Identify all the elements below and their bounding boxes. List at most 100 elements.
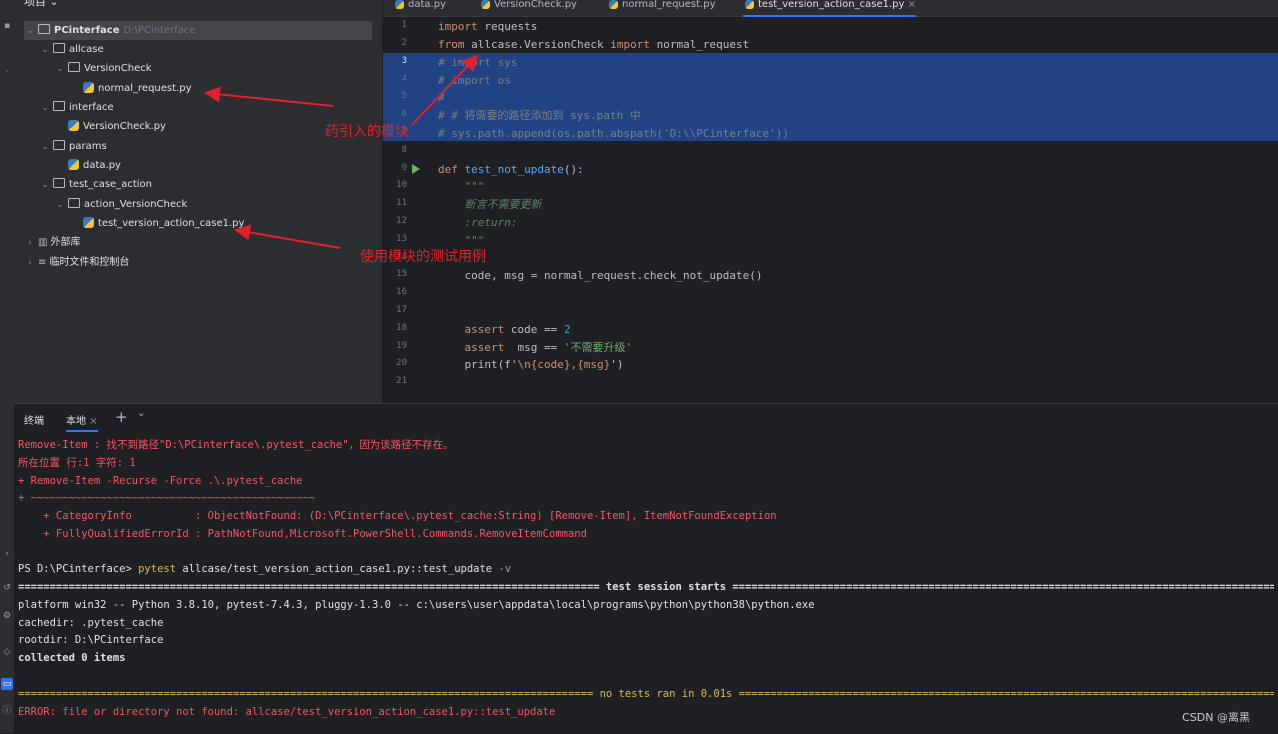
code-text: \n{code},{msg} bbox=[517, 358, 611, 371]
line-number: 20 bbox=[396, 358, 407, 368]
tree-item-label: normal_request.py bbox=[98, 83, 192, 94]
tree-item-params[interactable]: ⌄ params bbox=[39, 137, 107, 156]
services-tool-icon[interactable]: ⚙ bbox=[1, 610, 13, 622]
code-line: print(f'\n{code},{msg}') bbox=[438, 356, 623, 374]
tree-item-action-versioncheck[interactable]: ⌄ action_VersionCheck bbox=[54, 195, 187, 214]
code-line: """ bbox=[438, 180, 485, 193]
scratches-icon: ≡ bbox=[38, 257, 47, 268]
project-tool-icon[interactable]: ▪ bbox=[1, 20, 13, 32]
annotation-testcase: 使用模块的测试用例 bbox=[360, 249, 486, 265]
annotation-module: 药引入的模块 bbox=[325, 124, 409, 140]
tree-item-label: 外部库 bbox=[50, 237, 81, 248]
terminal-line: collected 0 items bbox=[18, 652, 126, 664]
tree-item-versioncheck-folder[interactable]: ⌄ VersionCheck bbox=[54, 59, 152, 78]
terminal-line: + ~~~~~~~~~~~~~~~~~~~~~~~~~~~~~~~~~~~~~~… bbox=[18, 492, 316, 504]
terminal-line: + Remove-Item -Recurse -Force .\.pytest_… bbox=[18, 475, 303, 487]
python-file-icon bbox=[745, 0, 754, 9]
tree-item-normal-request[interactable]: normal_request.py bbox=[81, 79, 192, 98]
tab-data-py[interactable]: data.py bbox=[393, 0, 446, 15]
line-number: 4 bbox=[401, 74, 407, 84]
tree-item-data-py[interactable]: data.py bbox=[66, 156, 121, 175]
terminal-command-flag: -v bbox=[498, 563, 512, 575]
keyword: import bbox=[438, 20, 478, 33]
code-text: ') bbox=[610, 358, 624, 371]
chevron-down-icon[interactable]: ⌄ bbox=[39, 41, 51, 60]
code-editor[interactable]: data.py VersionCheck.py normal_request.p… bbox=[383, 0, 1278, 403]
tab-label: VersionCheck.py bbox=[494, 0, 577, 10]
python-file-icon bbox=[83, 82, 94, 93]
run-tool-icon[interactable]: › bbox=[1, 548, 13, 560]
folder-icon bbox=[53, 178, 65, 188]
chevron-right-icon[interactable]: › bbox=[24, 254, 36, 273]
project-panel-header[interactable]: 项目 ⌄ bbox=[24, 0, 59, 9]
keyword: assert bbox=[438, 323, 505, 336]
python-file-icon bbox=[481, 0, 490, 9]
chevron-down-icon[interactable]: ⌄ bbox=[39, 176, 51, 195]
python-file-icon bbox=[68, 159, 79, 170]
folder-icon bbox=[68, 198, 80, 208]
function-name: test_not_update bbox=[464, 163, 564, 176]
chevron-down-icon[interactable]: ⌄ bbox=[24, 22, 36, 41]
library-icon: ▥ bbox=[38, 237, 48, 248]
code-line: import requests bbox=[438, 18, 537, 36]
chevron-right-icon[interactable]: › bbox=[24, 234, 36, 253]
tree-item-allcase[interactable]: ⌄ allcase bbox=[39, 40, 104, 59]
tree-item-label: test_version_action_case1.py bbox=[98, 218, 245, 229]
tree-item-interface[interactable]: ⌄ interface bbox=[39, 98, 114, 117]
tree-item-root[interactable]: ⌄ PCinterface D:\PCinterface bbox=[24, 21, 372, 40]
tree-item-test-case-action[interactable]: ⌄ test_case_action bbox=[39, 175, 152, 194]
code-text: normal_request bbox=[649, 38, 750, 51]
terminal-line: ========================================… bbox=[18, 581, 1274, 593]
run-test-icon[interactable] bbox=[412, 164, 420, 174]
terminal-tool-icon[interactable]: ▭ bbox=[1, 678, 13, 690]
tree-item-label: VersionCheck.py bbox=[83, 121, 166, 132]
keyword: from bbox=[438, 38, 465, 51]
chevron-down-icon[interactable]: ⌄ bbox=[137, 408, 145, 419]
tree-item-test-version-action-case1[interactable]: test_version_action_case1.py bbox=[81, 214, 244, 233]
terminal-line: + CategoryInfo : ObjectNotFound: (D:\PCi… bbox=[18, 510, 777, 522]
folder-icon bbox=[53, 43, 65, 53]
tree-item-versioncheck-py[interactable]: VersionCheck.py bbox=[66, 117, 166, 136]
code-text: code == bbox=[504, 323, 564, 336]
folder-icon bbox=[68, 62, 80, 72]
chevron-down-icon[interactable]: ⌄ bbox=[50, 0, 59, 8]
chevron-down-icon[interactable]: ⌄ bbox=[39, 99, 51, 118]
line-number: 15 bbox=[396, 269, 407, 279]
terminal-panel-title: 终端 bbox=[24, 416, 44, 427]
chevron-down-icon[interactable]: ⌄ bbox=[54, 196, 66, 215]
chevron-down-icon[interactable]: ⌄ bbox=[39, 138, 51, 157]
project-panel-title: 项目 bbox=[24, 0, 46, 8]
tree-item-scratches[interactable]: › ≡ 临时文件和控制台 bbox=[24, 253, 129, 272]
code-line: from allcase.VersionCheck import normal_… bbox=[438, 36, 749, 54]
tab-normal-request-py[interactable]: normal_request.py bbox=[607, 0, 716, 15]
python-file-icon bbox=[609, 0, 618, 9]
code-line: # sys.path.append(os.path.abspath('D:\\P… bbox=[438, 127, 789, 140]
close-icon[interactable]: × bbox=[908, 0, 916, 10]
tree-item-external-libraries[interactable]: › ▥ 外部库 bbox=[24, 233, 80, 252]
tab-test-version-action-case1[interactable]: test_version_action_case1.py × bbox=[743, 0, 916, 17]
code-line: def test_not_update(): bbox=[438, 161, 584, 179]
line-number: 11 bbox=[396, 198, 407, 208]
terminal-line: Remove-Item : 找不到路径"D:\PCinterface\.pyte… bbox=[18, 439, 454, 451]
tree-item-label: data.py bbox=[83, 160, 121, 171]
terminal-tab-bar: 终端 本地 × + ⌄ bbox=[14, 404, 1278, 434]
tree-item-label: interface bbox=[69, 102, 114, 113]
line-number: 3 bbox=[401, 56, 407, 66]
structure-tool-icon[interactable]: · bbox=[1, 66, 13, 78]
tab-local[interactable]: 本地 × bbox=[66, 412, 98, 432]
tab-versioncheck-py[interactable]: VersionCheck.py bbox=[479, 0, 577, 15]
problems-tool-icon[interactable]: ⓘ bbox=[1, 705, 13, 717]
watermark: CSDN @离黑 bbox=[1182, 711, 1250, 724]
terminal-line: platform win32 -- Python 3.8.10, pytest-… bbox=[18, 599, 815, 611]
line-number: 19 bbox=[396, 341, 407, 351]
line-number: 13 bbox=[396, 234, 407, 244]
debug-tool-icon[interactable]: ↺ bbox=[1, 582, 13, 594]
python-console-icon[interactable]: ◇ bbox=[1, 646, 13, 658]
chevron-down-icon[interactable]: ⌄ bbox=[54, 60, 66, 79]
close-icon[interactable]: × bbox=[89, 416, 97, 427]
line-number: 5 bbox=[401, 91, 407, 101]
new-terminal-button[interactable]: + bbox=[115, 408, 128, 426]
terminal-command-line: PS D:\PCinterface> pytest allcase/test_v… bbox=[18, 561, 511, 579]
terminal-panel[interactable]: 终端 本地 × + ⌄ Remove-Item : 找不到路径"D:\PCint… bbox=[14, 403, 1278, 734]
folder-icon bbox=[38, 24, 50, 34]
